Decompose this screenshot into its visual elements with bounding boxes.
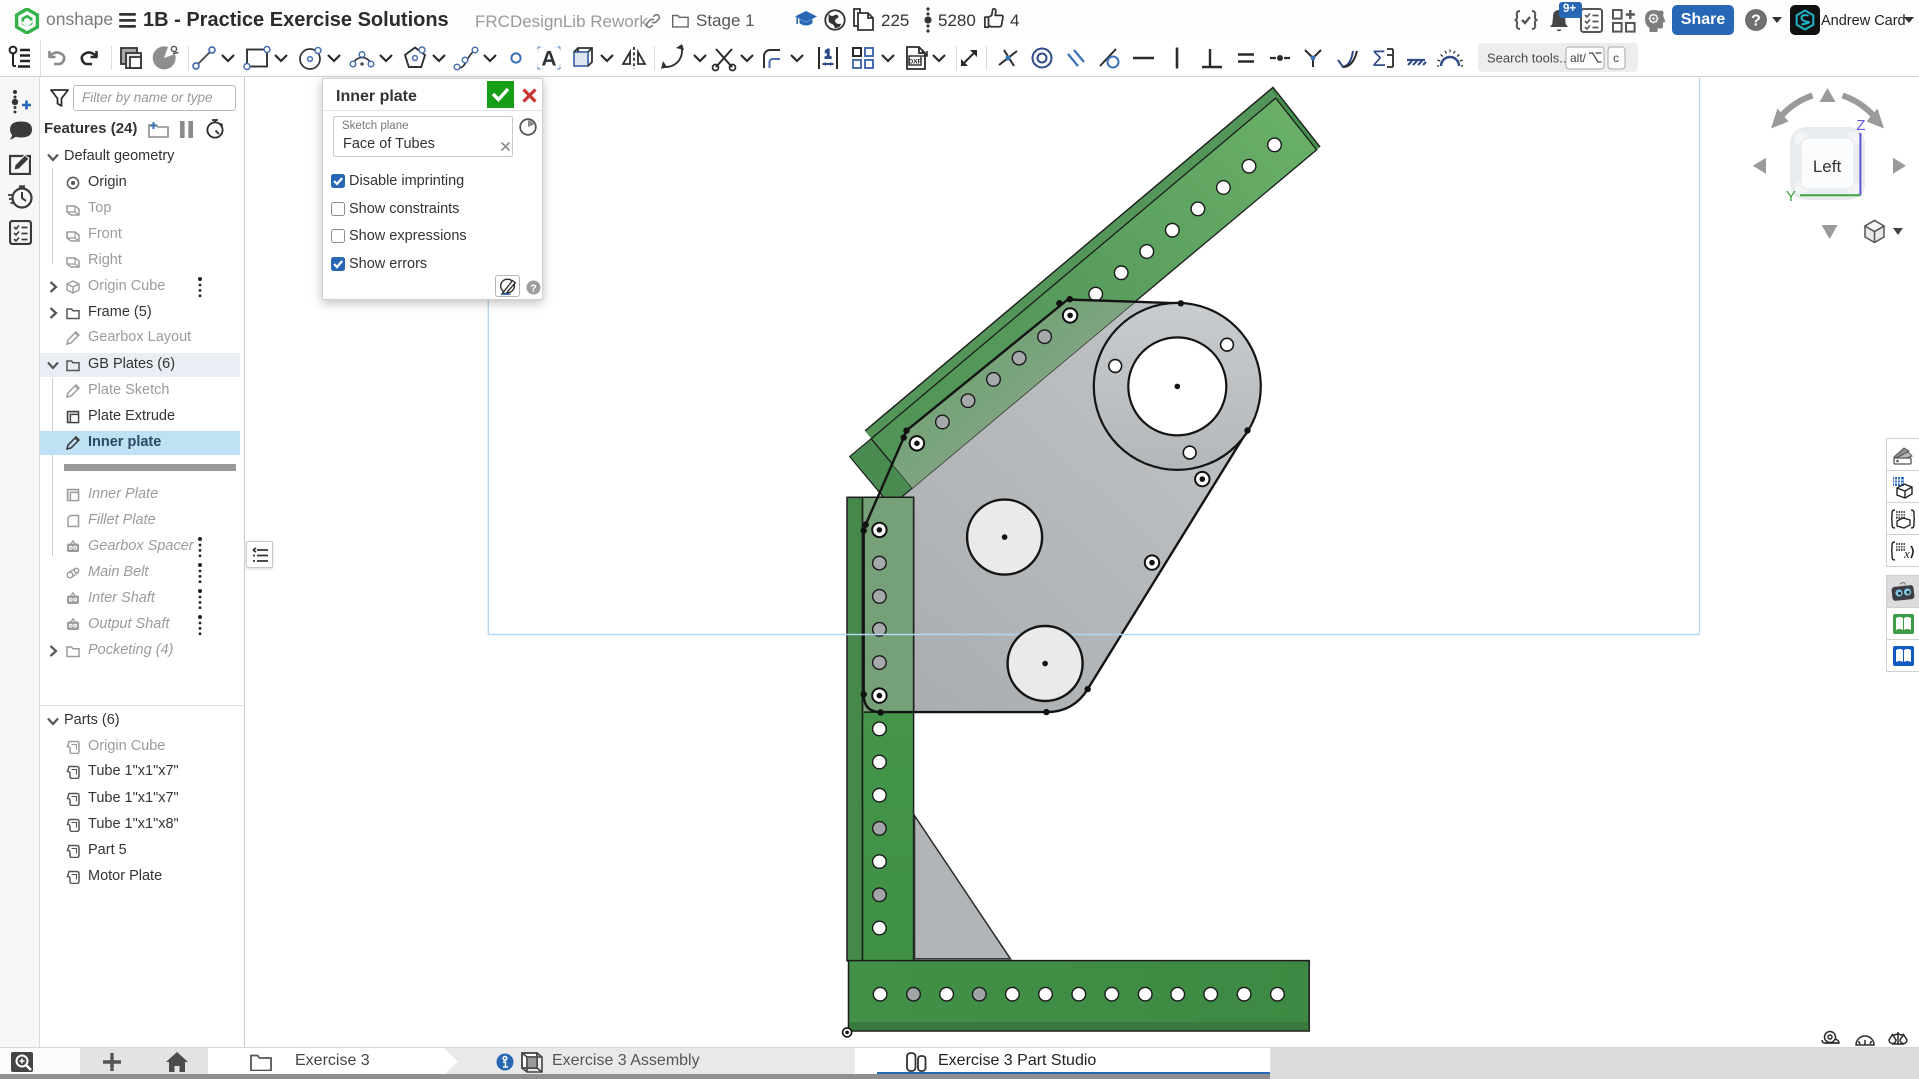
svg-text:Z: Z bbox=[1856, 117, 1865, 134]
svg-text:Σ: Σ bbox=[1372, 46, 1386, 71]
svg-text:?: ? bbox=[530, 282, 536, 294]
svg-text:Search tools...: Search tools... bbox=[1487, 51, 1570, 66]
svg-text:c: c bbox=[1613, 51, 1619, 65]
svg-text:1: 1 bbox=[825, 47, 832, 61]
svg-text:A: A bbox=[541, 48, 556, 71]
svg-text:Y: Y bbox=[1786, 188, 1796, 205]
svg-text:Left: Left bbox=[1813, 157, 1842, 176]
svg-text:x: x bbox=[1903, 546, 1910, 561]
svg-text:?: ? bbox=[1751, 13, 1761, 30]
svg-text:DXF: DXF bbox=[909, 59, 922, 66]
svg-text:alt/: alt/ bbox=[1570, 51, 1587, 65]
